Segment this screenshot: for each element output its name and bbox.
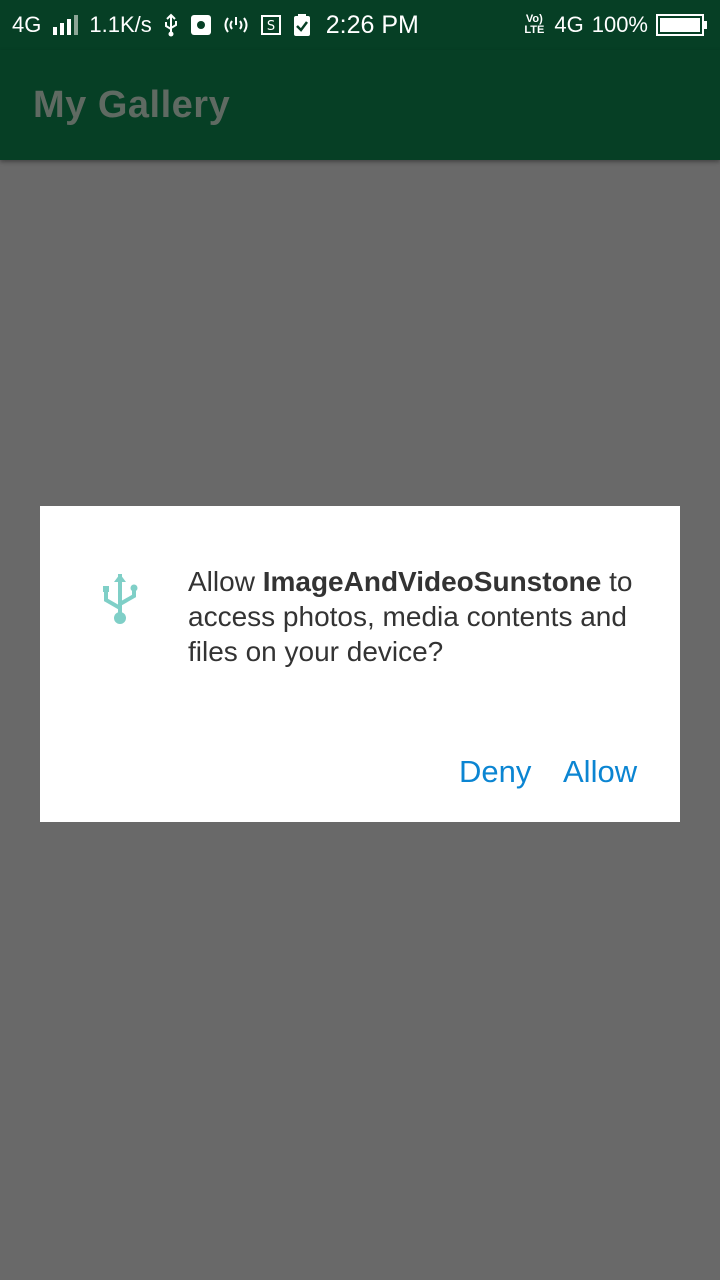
deny-button[interactable]: Deny [459,754,531,790]
volte-label: Vo) LTE [524,13,545,36]
sim-s-icon: S [260,14,282,36]
app-title: My Gallery [33,84,231,126]
signal-icon [51,15,79,35]
usb-status-icon [162,13,180,37]
hotspot-icon [222,14,250,36]
usb-icon [102,570,138,631]
message-prefix: Allow [188,566,263,597]
dialog-message: Allow ImageAndVideoSunstone to access ph… [188,564,638,669]
status-bar-left: 4G 1.1K/s S 2:26 PM [12,0,419,50]
network-type-right: 4G [554,12,584,37]
network-speed: 1.1K/s [89,12,152,37]
network-type-label: 4G [12,12,42,37]
battery-percent: 100% [591,12,648,37]
allow-button[interactable]: Allow [563,754,637,790]
permission-dialog: Allow ImageAndVideoSunstone to access ph… [40,506,680,822]
app-name: ImageAndVideoSunstone [262,566,602,597]
app-bar: My Gallery [0,50,720,160]
clipboard-check-icon [292,13,312,37]
status-bar-right: Vo) LTE 4G 100% [522,0,708,50]
battery-icon [656,13,708,37]
svg-text:S: S [267,19,275,34]
status-bar: 4G 1.1K/s S 2:26 PM Vo) LTE 4G 100% [0,0,720,50]
clock: 2:26 PM [325,10,419,39]
usb-settings-icon [190,14,212,36]
